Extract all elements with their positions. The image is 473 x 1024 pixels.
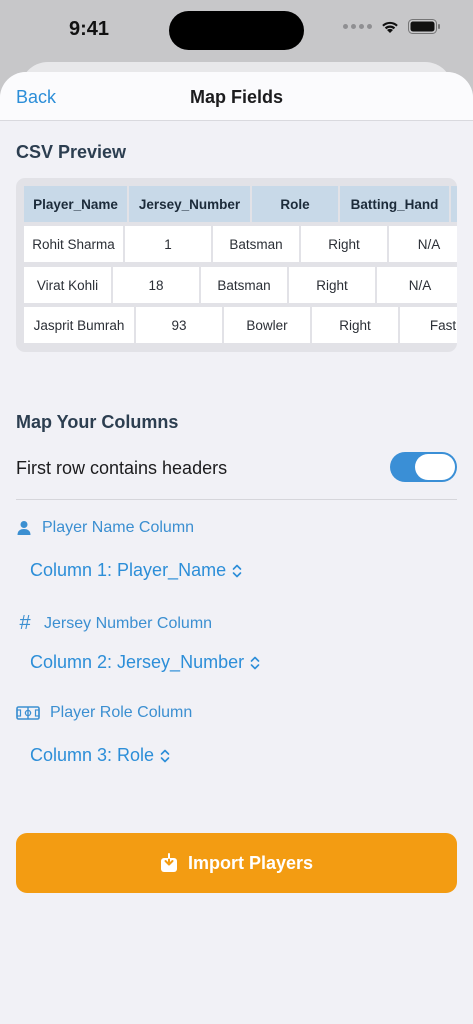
status-bar: 9:41 xyxy=(0,0,473,62)
table-cell: 18 xyxy=(113,267,199,303)
map-columns-title: Map Your Columns xyxy=(16,412,179,432)
field-label-text: Jersey Number Column xyxy=(44,614,213,632)
table-header-row: Player_Name Jersey_Number Role Batting_H… xyxy=(24,186,457,222)
field-label-text: Player Name Column xyxy=(42,519,195,536)
table-cell: Rohit Sharma xyxy=(24,226,123,262)
table-cell: Batsman xyxy=(213,226,299,262)
player-role-column-label: Player Role Column xyxy=(16,704,192,722)
number-sign-icon: # xyxy=(19,612,31,634)
status-time: 9:41 xyxy=(69,18,110,40)
table-row: Jasprit Bumrah 93 Bowler Right Fast xyxy=(24,307,457,343)
picker-value: Column 2: Jersey_Number xyxy=(30,652,245,672)
csv-preview-title: CSV Preview xyxy=(16,142,127,162)
player-name-column-picker[interactable]: Column 1: Player_Name xyxy=(30,560,242,581)
table-cell: N/A xyxy=(377,267,457,303)
table-header-cell: Player_Name xyxy=(24,186,127,222)
toggle-knob xyxy=(415,454,455,480)
chevron-up-down-icon xyxy=(250,656,260,670)
import-players-button[interactable]: Import Players xyxy=(16,833,457,893)
dynamic-island xyxy=(169,11,304,50)
picker-value: Column 1: Player_Name xyxy=(30,560,227,580)
table-row: Rohit Sharma 1 Batsman Right N/A xyxy=(24,226,457,262)
table-header-cell: Role xyxy=(252,186,338,222)
table-cell: 93 xyxy=(136,307,222,343)
wifi-icon xyxy=(382,21,398,33)
import-button-label: Import Players xyxy=(187,852,314,873)
import-icon xyxy=(160,853,178,873)
status-icons xyxy=(343,19,441,34)
table-cell: 1 xyxy=(125,226,211,262)
jersey-number-column-picker[interactable]: Column 2: Jersey_Number xyxy=(30,652,260,673)
signal-dots-icon xyxy=(343,24,372,29)
table-row: Virat Kohli 18 Batsman Right N/A xyxy=(24,267,457,303)
table-header-cell: Jersey_Number xyxy=(129,186,250,222)
chevron-up-down-icon xyxy=(160,749,170,763)
table-cell: Virat Kohli xyxy=(24,267,111,303)
table-cell: Right xyxy=(312,307,398,343)
jersey-number-column-label: # Jersey Number Column xyxy=(16,612,212,635)
chevron-up-down-icon xyxy=(232,564,242,578)
table-cell: Right xyxy=(301,226,387,262)
person-icon xyxy=(16,520,32,536)
divider xyxy=(16,499,457,500)
table-cell: N/A xyxy=(389,226,457,262)
player-name-column-label: Player Name Column xyxy=(16,519,194,537)
battery-icon xyxy=(408,19,440,34)
table-header-cell xyxy=(451,186,457,222)
table-cell: Bowler xyxy=(224,307,310,343)
field-label-text: Player Role Column xyxy=(50,704,193,721)
header-toggle-row: First row contains headers xyxy=(16,452,457,486)
page-title: Map Fields xyxy=(189,87,283,107)
table-cell: Right xyxy=(289,267,375,303)
table-cell: Batsman xyxy=(201,267,287,303)
player-role-column-picker[interactable]: Column 3: Role xyxy=(30,745,170,766)
csv-preview-table[interactable]: Player_Name Jersey_Number Role Batting_H… xyxy=(16,178,457,352)
table-cell: Jasprit Bumrah xyxy=(24,307,134,343)
navigation-bar: Back Map Fields xyxy=(0,72,473,121)
map-fields-sheet: Back Map Fields CSV Preview Player_Name … xyxy=(0,72,473,1024)
picker-value: Column 3: Role xyxy=(30,745,155,765)
field-icon xyxy=(16,706,40,720)
header-toggle-label: First row contains headers xyxy=(16,458,228,478)
header-toggle[interactable] xyxy=(390,452,457,482)
table-header-cell: Batting_Hand xyxy=(340,186,449,222)
table-cell: Fast xyxy=(400,307,457,343)
